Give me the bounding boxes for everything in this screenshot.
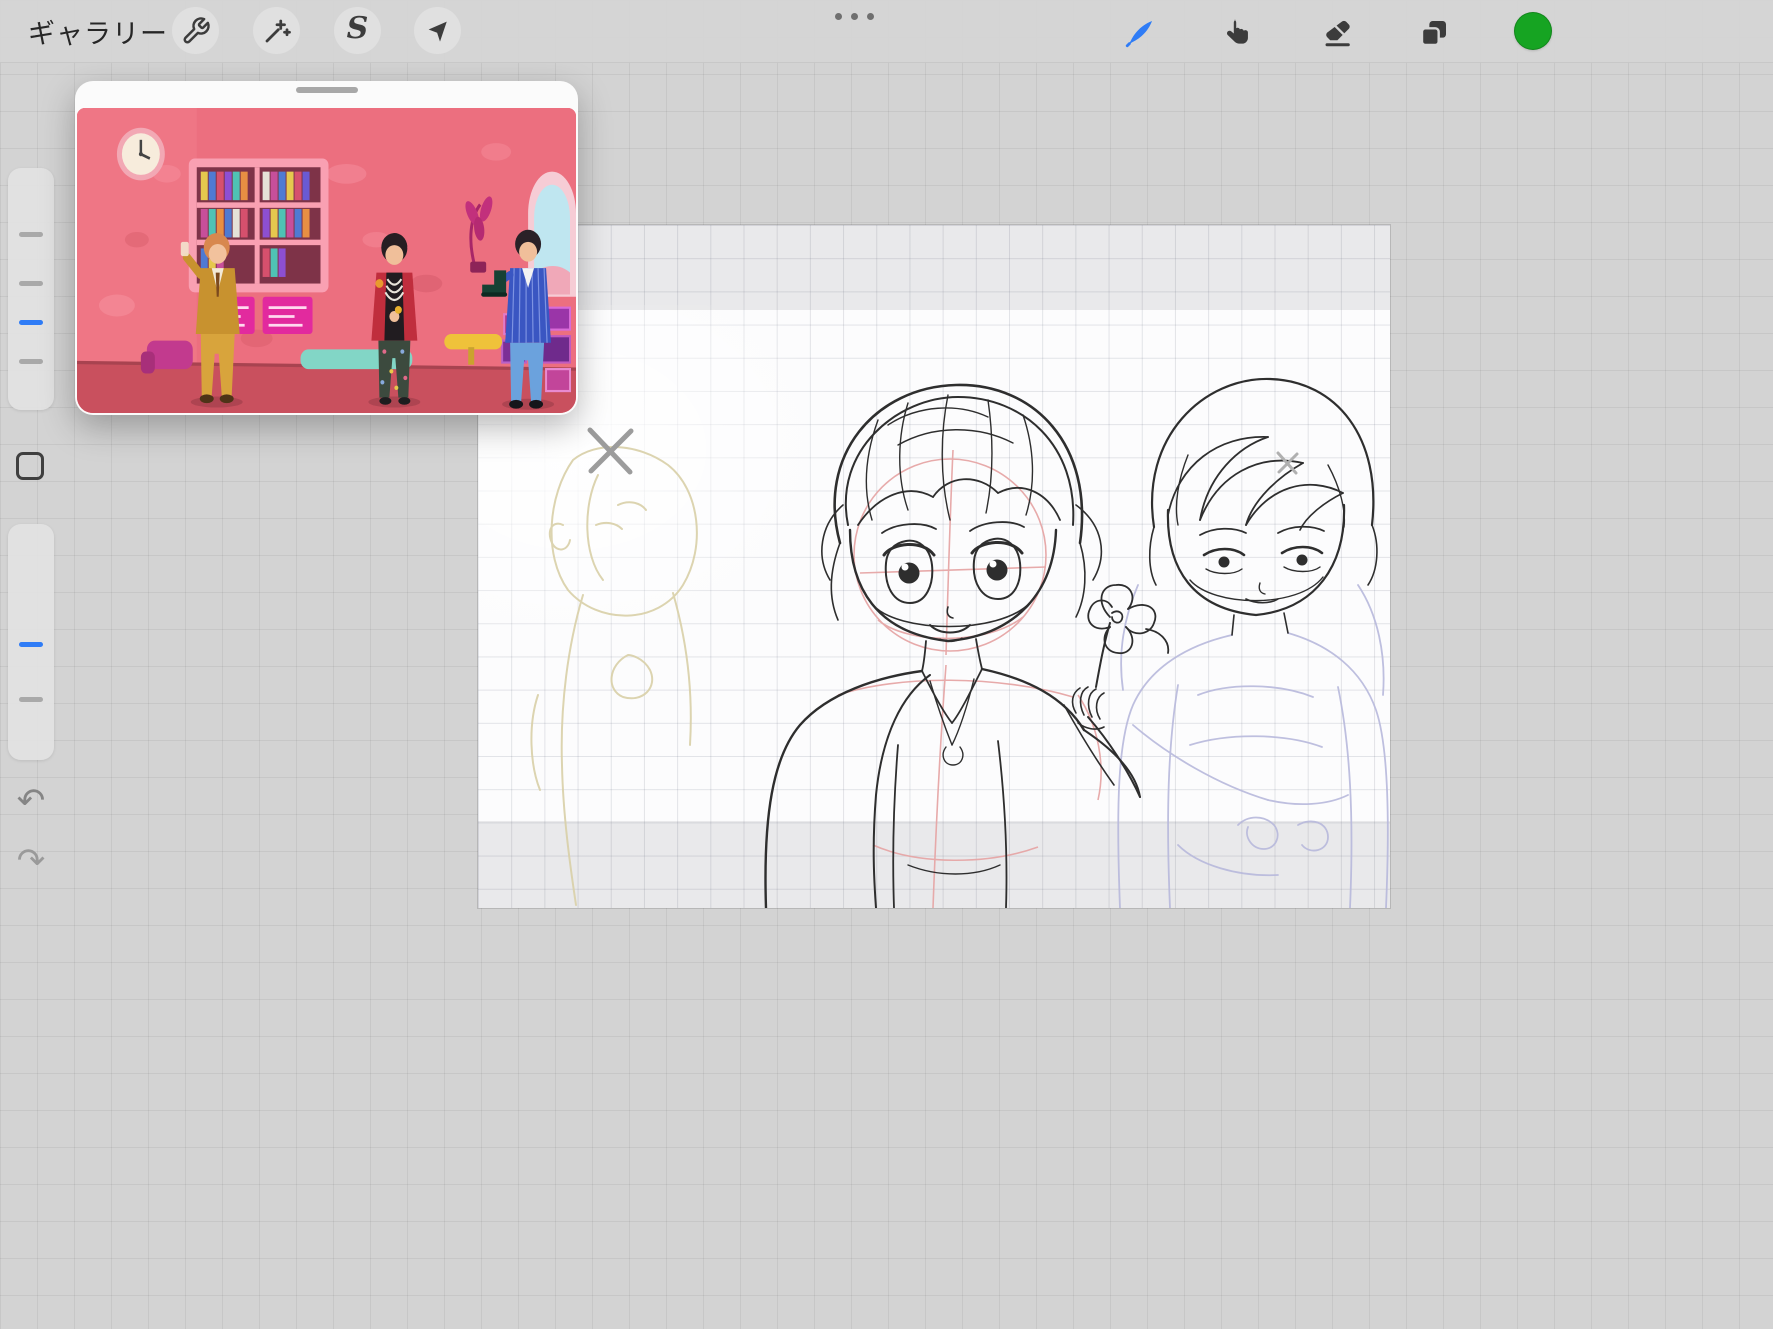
drawing-canvas[interactable]: [478, 225, 1390, 908]
smudge-tool-button[interactable]: [1217, 13, 1257, 53]
window-options-handle[interactable]: [831, 9, 878, 24]
brush-opacity-slider[interactable]: [8, 524, 54, 760]
selection-button[interactable]: S: [334, 7, 381, 54]
brush-opacity-ticks: [8, 524, 54, 760]
dot: [850, 13, 858, 20]
undo-button[interactable]: ↶: [12, 782, 50, 820]
modify-button[interactable]: [16, 452, 44, 480]
sketch-character-right: [1148, 377, 1378, 636]
canvas-sketch: [478, 225, 1390, 908]
layers-icon: [1420, 21, 1446, 47]
actions-button[interactable]: [172, 7, 219, 54]
reference-drag-handle-icon[interactable]: [295, 87, 358, 93]
adjustments-button[interactable]: [253, 7, 300, 54]
wrench-icon: [183, 16, 210, 43]
dot: [834, 13, 842, 20]
color-swatch[interactable]: [1514, 12, 1552, 50]
transform-arrow-icon: [428, 21, 447, 42]
undo-icon: ↶: [16, 781, 46, 821]
smudge-finger-icon: [1226, 19, 1248, 44]
redo-button[interactable]: ↷: [12, 842, 50, 880]
brush-size-ticks: [8, 168, 54, 410]
erase-tool-button[interactable]: [1317, 13, 1357, 53]
brush-size-slider[interactable]: [8, 168, 54, 410]
top-toolbar: ギャラリー S: [0, 0, 1773, 63]
gallery-button[interactable]: ギャラリー: [28, 0, 168, 62]
reference-photo-graphic: [77, 108, 576, 413]
paint-brush-icon: [1125, 20, 1153, 48]
transform-button[interactable]: [414, 7, 461, 54]
small-x-mark: [1276, 451, 1299, 475]
eraser-icon: [1325, 20, 1350, 47]
reference-image: [77, 108, 576, 413]
dot: [866, 13, 874, 20]
canvas-top-band: [478, 225, 1390, 310]
magic-wand-icon: [265, 19, 291, 42]
layers-button[interactable]: [1414, 13, 1454, 53]
reference-window[interactable]: [75, 81, 578, 415]
selection-s-icon: S: [346, 10, 369, 46]
clock-graphic: [116, 127, 165, 181]
x-mark: [587, 427, 634, 475]
paint-tool-button[interactable]: [1120, 13, 1160, 53]
redo-icon: ↷: [16, 841, 46, 881]
